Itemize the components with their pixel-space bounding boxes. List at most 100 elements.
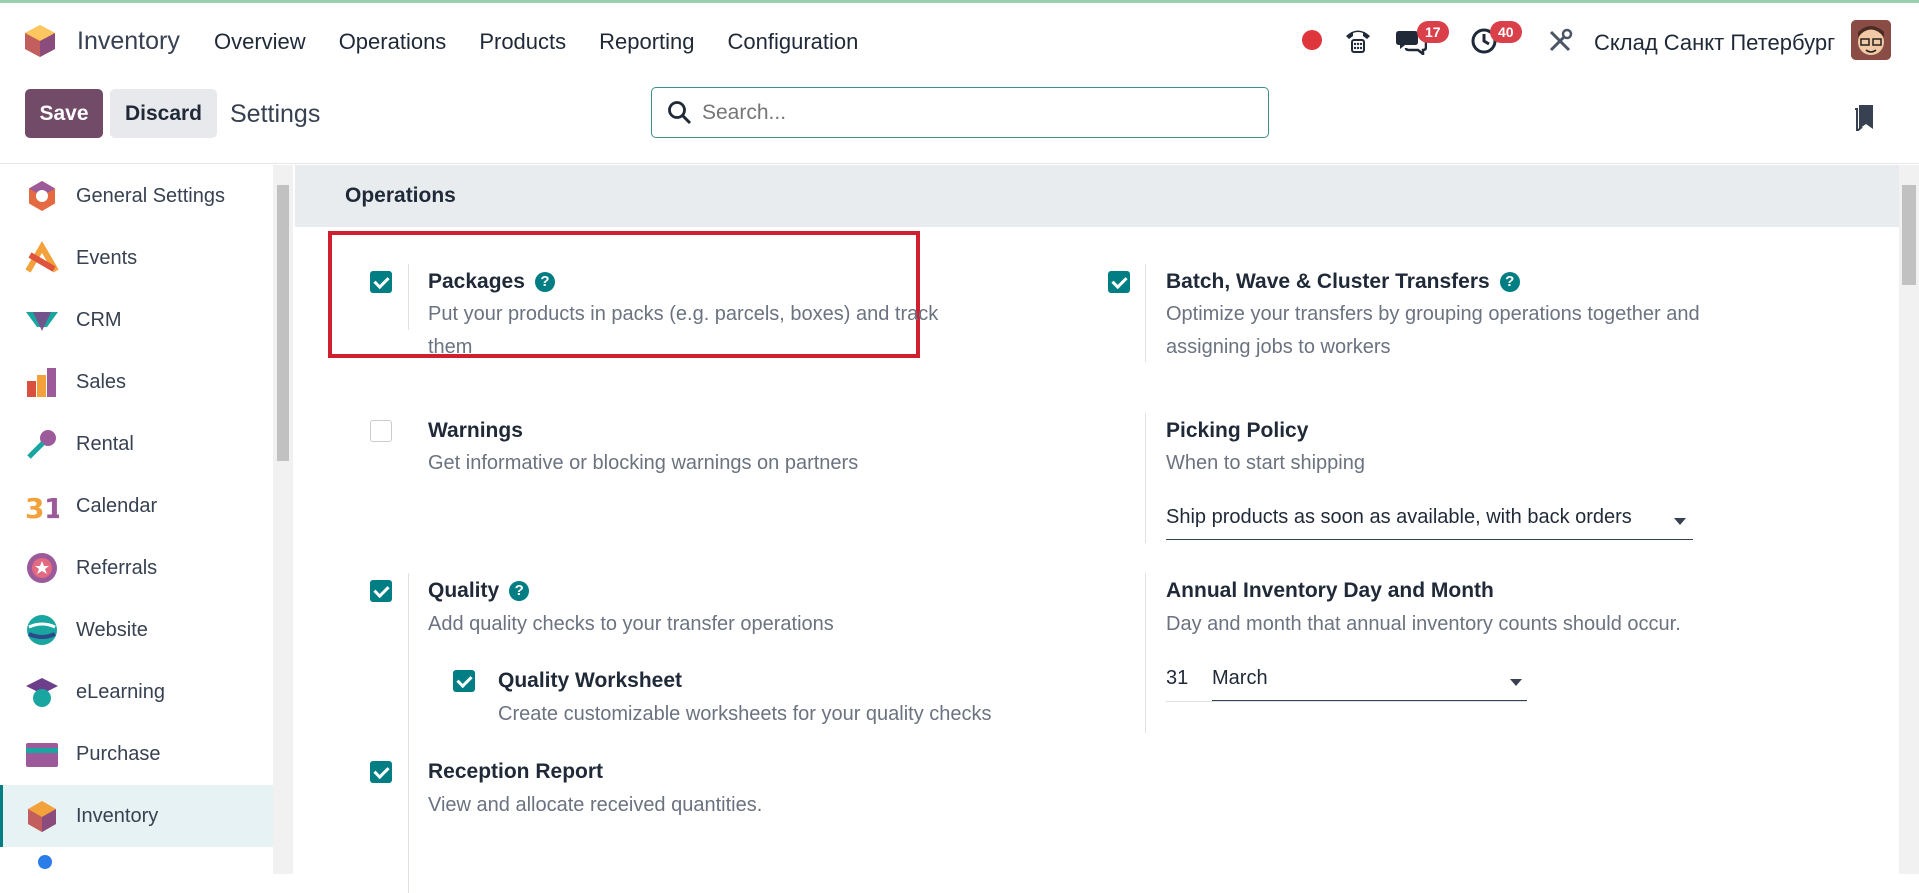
annual-inventory-title: Annual Inventory Day and Month [1166, 579, 1494, 602]
sidebar-item-label: Purchase [76, 742, 161, 765]
menu-products[interactable]: Products [479, 29, 566, 55]
sidebar-item-calendar[interactable]: 3 1 Calendar [0, 475, 273, 537]
discard-button[interactable]: Discard [110, 89, 217, 138]
annual-day-field[interactable]: 31 [1166, 667, 1206, 701]
picking-policy-desc: When to start shipping [1166, 452, 1365, 474]
batch-title-text: Batch, Wave & Cluster Transfers [1166, 270, 1490, 293]
sidebar-item-label: Sales [76, 370, 127, 393]
divider [1145, 573, 1146, 733]
chevron-down-icon [1674, 518, 1686, 525]
main-scrollbar-thumb[interactable] [1902, 185, 1916, 285]
help-icon[interactable]: ? [509, 581, 530, 601]
control-panel: Save Discard Settings [0, 76, 1919, 164]
phone-icon[interactable] [1343, 25, 1373, 55]
sidebar-item-label: Calendar [76, 494, 158, 517]
quality-title: Quality? [428, 579, 530, 603]
messages-badge: 17 [1417, 21, 1449, 43]
settings-sidebar: General Settings Events CRM Sales Rental [0, 165, 273, 874]
crm-icon [26, 312, 58, 331]
section-title: Operations [345, 184, 456, 207]
inventory-app-icon [25, 25, 55, 57]
help-icon[interactable]: ? [1499, 272, 1520, 292]
help-icon[interactable]: ? [534, 272, 555, 292]
packages-title-text: Packages [428, 270, 525, 293]
sidebar-item-label: Inventory [76, 804, 159, 827]
user-avatar[interactable] [1851, 20, 1891, 60]
search-input[interactable] [702, 100, 1242, 125]
section-header: Operations [295, 165, 1899, 227]
sales-icon [27, 368, 56, 397]
sidebar-item-purchase[interactable]: Purchase [0, 723, 273, 785]
sidebar-item-label: General Settings [76, 184, 225, 207]
menu-operations[interactable]: Operations [339, 29, 447, 55]
divider [1145, 413, 1146, 543]
batch-transfers-title: Batch, Wave & Cluster Transfers? [1166, 270, 1520, 294]
next-app-icon [38, 855, 52, 869]
elearning-icon [26, 678, 58, 707]
annual-month-select[interactable]: March [1212, 667, 1527, 701]
packages-title: Packages? [428, 270, 555, 294]
quality-title-text: Quality [428, 579, 500, 602]
search-icon [668, 101, 692, 125]
chevron-down-icon [1510, 679, 1522, 686]
picking-policy-value: Ship products as soon as available, with… [1166, 506, 1632, 528]
sidebar-item-label: Website [76, 618, 148, 641]
sidebar-item-crm[interactable]: CRM [0, 289, 273, 351]
packages-desc: Put your products in packs (e.g. parcels… [428, 303, 939, 358]
warnings-desc: Get informative or blocking warnings on … [428, 452, 859, 474]
website-icon [27, 615, 57, 645]
settings-content: Operations Packages? Put your products i… [295, 165, 1899, 893]
packages-checkbox[interactable] [370, 271, 392, 293]
quality-checkbox[interactable] [370, 580, 392, 602]
divider [408, 573, 409, 893]
quality-worksheet-checkbox[interactable] [453, 670, 475, 692]
app-name: Inventory [77, 26, 180, 55]
inventory-icon [28, 801, 56, 832]
search-box[interactable] [651, 87, 1269, 138]
sidebar-item-elearning[interactable]: eLearning [0, 661, 273, 723]
menu-configuration[interactable]: Configuration [728, 29, 859, 55]
save-button[interactable]: Save [25, 89, 103, 138]
warnings-title: Warnings [428, 419, 523, 442]
bookmark-icon[interactable] [1853, 103, 1877, 131]
batch-transfers-desc: Optimize your transfers by grouping oper… [1166, 303, 1700, 358]
svg-text:3: 3 [25, 492, 44, 523]
warnings-checkbox[interactable] [370, 420, 392, 442]
sidebar-item-events[interactable]: Events [0, 227, 273, 289]
tools-icon[interactable] [1547, 28, 1573, 54]
quality-desc: Add quality checks to your transfer oper… [428, 613, 834, 635]
annual-underline [1166, 701, 1527, 702]
divider [408, 264, 409, 330]
sidebar-item-referrals[interactable]: Referrals [0, 537, 273, 599]
reception-report-desc: View and allocate received quantities. [428, 794, 763, 816]
referrals-icon [27, 553, 57, 583]
activities-badge: 40 [1490, 21, 1522, 43]
sidebar-item-label: CRM [76, 308, 122, 331]
events-icon [25, 241, 59, 273]
main-menu: Overview Operations Products Reporting C… [214, 29, 891, 55]
purchase-icon [26, 743, 58, 767]
app-brand[interactable]: Inventory [23, 23, 180, 59]
reception-report-checkbox[interactable] [370, 761, 392, 783]
sidebar-item-website[interactable]: Website [0, 599, 273, 661]
menu-reporting[interactable]: Reporting [599, 29, 694, 55]
sidebar-item-rental[interactable]: Rental [0, 413, 273, 475]
annual-inventory-desc: Day and month that annual inventory coun… [1166, 613, 1681, 635]
divider [1145, 264, 1146, 362]
picking-policy-select[interactable]: Ship products as soon as available, with… [1166, 506, 1693, 540]
sidebar-item-sales[interactable]: Sales [0, 351, 273, 413]
picking-policy-title: Picking Policy [1166, 419, 1309, 442]
sidebar-item-inventory[interactable]: Inventory [0, 785, 273, 847]
sidebar-item-label: Events [76, 246, 138, 269]
sidebar-item-label: eLearning [76, 680, 165, 703]
sidebar-item-label: Referrals [76, 556, 158, 579]
navbar: Inventory Overview Operations Products R… [0, 3, 1919, 76]
sidebar-scrollbar-thumb[interactable] [277, 185, 289, 461]
company-switcher[interactable]: Склад Санкт Петербург [1594, 30, 1835, 56]
menu-overview[interactable]: Overview [214, 29, 306, 55]
sidebar-item-label: Rental [76, 432, 134, 455]
sidebar-item-general-settings[interactable]: General Settings [0, 165, 273, 227]
record-dot-icon[interactable] [1302, 30, 1322, 50]
annual-month-value: March [1212, 667, 1268, 689]
batch-transfers-checkbox[interactable] [1108, 271, 1130, 293]
